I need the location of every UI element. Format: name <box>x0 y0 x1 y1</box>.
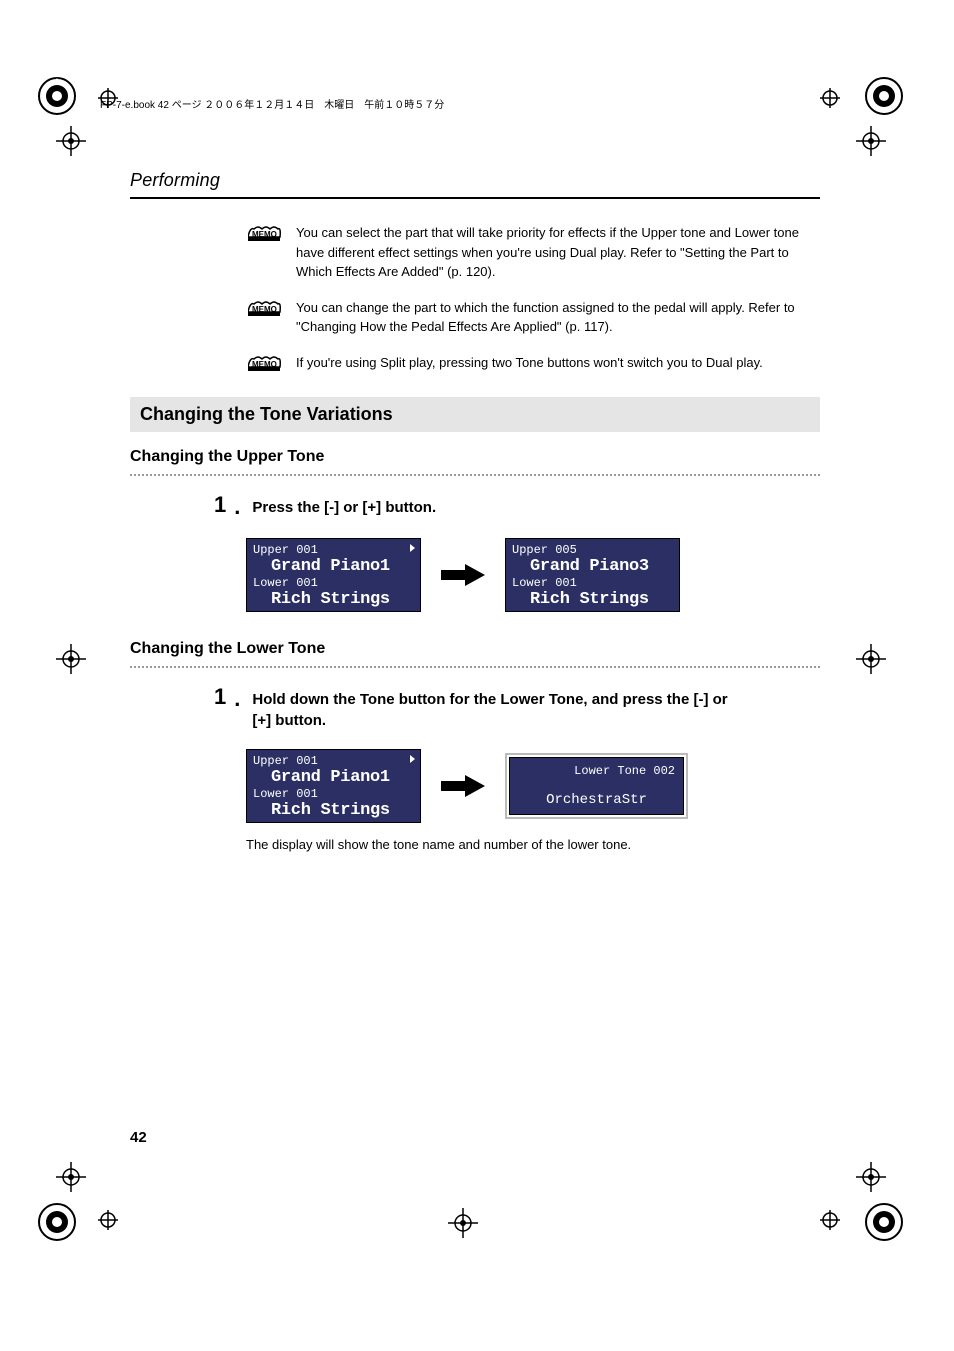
lcd-line: Lower Tone 002 <box>518 764 675 778</box>
crop-mark-tl <box>35 74 79 118</box>
step-row: 1. Hold down the Tone button for the Low… <box>130 686 820 731</box>
crop-edge-left-mid <box>56 644 86 674</box>
step-dot: . <box>234 494 240 520</box>
lcd-line: Grand Piano1 <box>253 768 414 787</box>
lcd-after-framed: Lower Tone 002 OrchestraStr <box>505 753 688 819</box>
lcd-line: Upper 001 <box>253 754 414 768</box>
lcd-line: Lower 001 <box>512 576 673 590</box>
lcd-line: Rich Strings <box>512 590 673 609</box>
lcd-before: Upper 001 Grand Piano1 Lower 001 Rich St… <box>246 538 421 612</box>
arrow-right-icon <box>441 560 485 590</box>
lcd-line: Upper 005 <box>512 543 673 557</box>
memo-row: MEMO You can change the part to which th… <box>130 298 820 337</box>
crop-edge-left-lower <box>56 1162 86 1192</box>
memo-icon: MEMO <box>248 225 284 243</box>
memo-row: MEMO You can select the part that will t… <box>130 223 820 282</box>
svg-text:MEMO: MEMO <box>252 360 277 369</box>
memo-text: If you're using Split play, pressing two… <box>296 353 763 373</box>
step-instruction: Hold down the Tone button for the Lower … <box>252 686 732 731</box>
lcd-after: Lower Tone 002 OrchestraStr <box>509 757 684 815</box>
lcd-line: Grand Piano1 <box>253 557 414 576</box>
triangle-right-icon <box>410 544 415 552</box>
step-dot: . <box>234 686 240 712</box>
crop-edge-right-upper <box>856 126 886 156</box>
triangle-right-icon <box>410 755 415 763</box>
crop-edge-left-upper <box>56 126 86 156</box>
step-number: 1 <box>214 686 226 708</box>
memo-row: MEMO If you're using Split play, pressin… <box>130 353 820 373</box>
section-title: Performing <box>130 170 820 199</box>
lcd-after: Upper 005 Grand Piano3 Lower 001 Rich St… <box>505 538 680 612</box>
crop-reg-bottom-center <box>448 1208 478 1238</box>
step-instruction: Press the [-] or [+] button. <box>252 494 436 518</box>
lcd-line: Upper 001 <box>253 543 414 557</box>
lcd-line: Rich Strings <box>253 590 414 609</box>
subsection-heading-variations: Changing the Tone Variations <box>130 397 820 432</box>
svg-text:MEMO: MEMO <box>252 230 277 239</box>
lcd-example-row: Upper 001 Grand Piano1 Lower 001 Rich St… <box>130 749 820 823</box>
caption-text: The display will show the tone name and … <box>130 837 820 852</box>
crop-mark-bl <box>35 1200 79 1244</box>
heading-upper-tone: Changing the Upper Tone <box>130 448 820 466</box>
lcd-line: Lower 001 <box>253 787 414 801</box>
arrow-right-icon <box>441 771 485 801</box>
heading-lower-tone: Changing the Lower Tone <box>130 640 820 658</box>
lcd-before: Upper 001 Grand Piano1 Lower 001 Rich St… <box>246 749 421 823</box>
step-number: 1 <box>214 494 226 516</box>
lcd-line: OrchestraStr <box>518 792 675 808</box>
crop-mark-br <box>862 1200 906 1244</box>
crop-mark-tr <box>862 74 906 118</box>
crop-reg-bottom-left <box>98 1210 118 1230</box>
memo-text: You can select the part that will take p… <box>296 223 810 282</box>
memo-icon: MEMO <box>248 300 284 318</box>
running-header: FP-7-e.book 42 ページ ２００６年１２月１４日 木曜日 午前１０時… <box>100 94 820 112</box>
crop-reg-top-right <box>820 88 840 108</box>
dotted-divider <box>130 468 820 476</box>
svg-text:MEMO: MEMO <box>252 305 277 314</box>
lcd-line: Rich Strings <box>253 801 414 820</box>
page-number: 42 <box>130 1129 147 1146</box>
crop-edge-right-mid <box>856 644 886 674</box>
memo-icon: MEMO <box>248 355 284 373</box>
dotted-divider <box>130 660 820 668</box>
crop-reg-bottom-right <box>820 1210 840 1230</box>
memo-text: You can change the part to which the fun… <box>296 298 810 337</box>
header-text: FP-7-e.book 42 ページ ２００６年１２月１４日 木曜日 午前１０時… <box>100 96 444 111</box>
lcd-example-row: Upper 001 Grand Piano1 Lower 001 Rich St… <box>130 538 820 612</box>
step-row: 1. Press the [-] or [+] button. <box>130 494 820 520</box>
lcd-line: Lower 001 <box>253 576 414 590</box>
lcd-line: Grand Piano3 <box>512 557 673 576</box>
crop-edge-right-lower <box>856 1162 886 1192</box>
